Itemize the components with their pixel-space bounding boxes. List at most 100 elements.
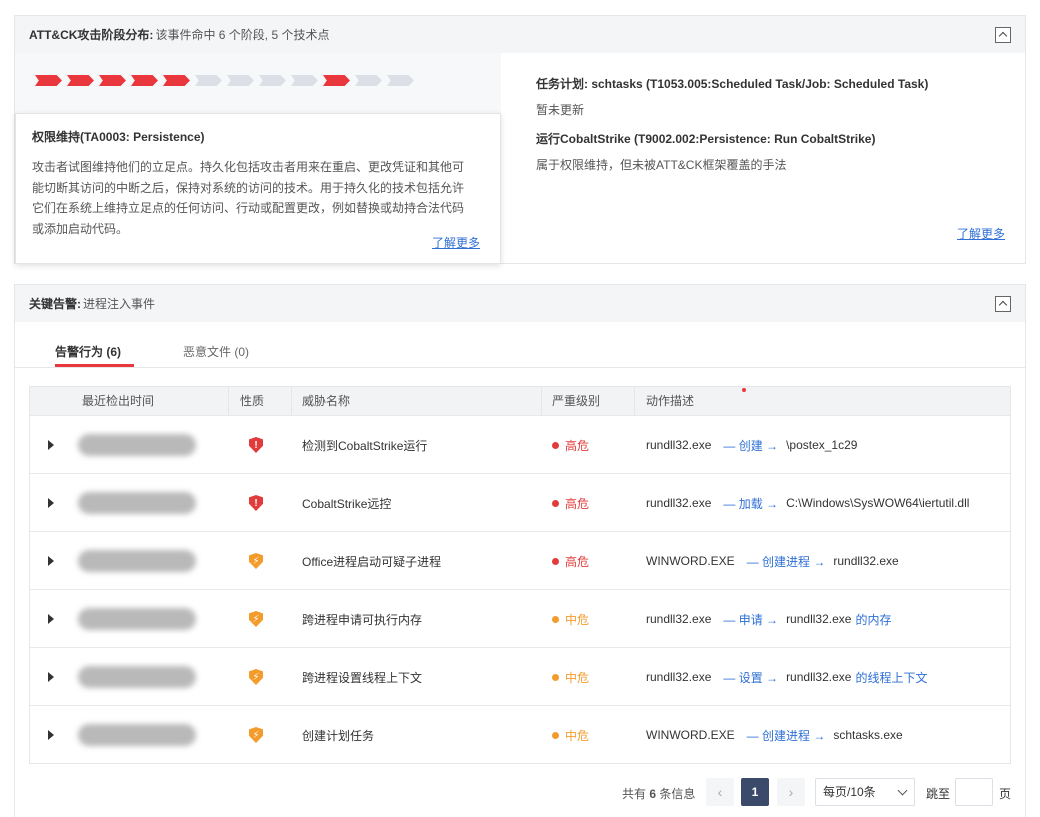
action-desc: rundll32.exe — 加载 → C:\Windows\SysWOW64\ie… xyxy=(646,496,970,511)
phase-chevron[interactable] xyxy=(99,75,126,86)
collapse-icon[interactable] xyxy=(995,27,1011,43)
attack-body: 权限维持(TA0003: Persistence) 攻击者试图维持他们的立足点。… xyxy=(15,53,1025,264)
action-desc: WINWORD.EXE — 创建进程 → rundll32.exe xyxy=(646,554,899,569)
phase-chevron[interactable] xyxy=(355,75,382,86)
expand-arrow-icon[interactable] xyxy=(48,672,54,682)
severity-dot xyxy=(552,441,559,449)
blurred-timestamp xyxy=(78,492,196,514)
page-button[interactable]: 1 xyxy=(741,778,769,806)
table-body: ! 检测到CobaltStrike运行 高危 rundll32.exe — 创建 → \p… xyxy=(30,415,1010,763)
alert-tabs: 告警行为 (6) 恶意文件 (0) xyxy=(15,322,1025,368)
table-row[interactable]: ! 检测到CobaltStrike运行 高危 rundll32.exe — 创建 → \p… xyxy=(30,415,1010,473)
severity: 高危 xyxy=(552,416,589,474)
table-row[interactable]: ⚡ 跨进程申请可执行内存 中危 rundll32.exe — 申请 → rundll32.… xyxy=(30,589,1010,647)
popover-title: 权限维持(TA0003: Persistence) xyxy=(32,130,205,144)
page-size-select[interactable]: 每页/10条 xyxy=(815,778,915,806)
technique-title: 运行CobaltStrike (T9002.002:Persistence: R… xyxy=(536,132,876,146)
severity: 高危 xyxy=(552,532,589,590)
table-row[interactable]: ⚡ 跨进程设置线程上下文 中危 rundll32.exe — 设置 → rundll32.… xyxy=(30,647,1010,705)
severity: 中危 xyxy=(552,706,589,764)
total-count-text: 共有 6 条信息 xyxy=(622,787,696,801)
expand-arrow-icon[interactable] xyxy=(48,556,54,566)
popover-learn-more-link[interactable]: 了解更多 xyxy=(432,234,480,251)
threat-name: Office进程启动可疑子进程 xyxy=(302,554,442,569)
warning-shield-icon: ⚡ xyxy=(249,727,263,743)
action-desc: rundll32.exe — 创建 → \postex_1c29 xyxy=(646,438,858,453)
expand-arrow-icon[interactable] xyxy=(48,614,54,624)
phase-chevron[interactable] xyxy=(291,75,318,86)
column-header[interactable]: 威胁名称 xyxy=(302,387,350,415)
action-desc: rundll32.exe — 设置 → rundll32.exe 的线程上下文 xyxy=(646,670,928,685)
threat-name: CobaltStrike远控 xyxy=(302,496,392,511)
table-row[interactable]: ⚡ 创建计划任务 中危 WINWORD.EXE — 创建进程 → schtasks.exe xyxy=(30,705,1010,763)
phase-popover: 权限维持(TA0003: Persistence) 攻击者试图维持他们的立足点。… xyxy=(15,113,501,264)
jump-page-input[interactable] xyxy=(955,778,993,806)
expand-arrow-icon[interactable] xyxy=(48,498,54,508)
active-tab-indicator xyxy=(55,364,134,367)
prev-page-button[interactable]: ‹ xyxy=(706,778,734,806)
tab-alert-behavior[interactable]: 告警行为 (6) xyxy=(55,343,121,360)
action-desc: rundll32.exe — 申请 → rundll32.exe 的内存 xyxy=(646,612,892,627)
threat-name: 跨进程设置线程上下文 xyxy=(302,670,423,685)
severity-dot xyxy=(552,557,559,565)
warning-shield-icon: ⚡ xyxy=(249,553,263,569)
collapse-icon[interactable] xyxy=(995,296,1011,312)
tab-malicious-files[interactable]: 恶意文件 (0) xyxy=(183,343,249,360)
jump-label: 跳至 xyxy=(926,787,951,801)
attack-panel: ATT&CK攻击阶段分布: 该事件命中 6 个阶段, 5 个技术点 权限维持(T… xyxy=(14,15,1026,264)
phase-chevron[interactable] xyxy=(227,75,254,86)
blurred-timestamp xyxy=(78,608,196,630)
column-header[interactable]: 动作描述 xyxy=(646,387,694,415)
expand-arrow-icon[interactable] xyxy=(48,730,54,740)
blurred-timestamp xyxy=(78,550,196,572)
severity-dot xyxy=(552,499,559,507)
severity: 中危 xyxy=(552,648,589,706)
alerts-title: 关键告警: xyxy=(29,297,81,311)
severity-dot xyxy=(552,731,559,739)
alerts-table: 最近检出时间 性质 威胁名称 严重级别 动作描述 ! 检测到CobaltStrik… xyxy=(29,386,1011,764)
warning-shield-icon: ⚡ xyxy=(249,611,263,627)
severity: 中危 xyxy=(552,590,589,648)
alert-shield-icon: ! xyxy=(249,437,263,453)
column-header[interactable]: 严重级别 xyxy=(552,387,600,415)
threat-name: 检测到CobaltStrike运行 xyxy=(302,438,428,453)
marker-dot xyxy=(742,388,746,392)
chevron-down-icon xyxy=(897,785,908,796)
phase-chevron[interactable] xyxy=(67,75,94,86)
table-row[interactable]: ⚡ Office进程启动可疑子进程 高危 WINWORD.EXE — 创建进程 → run… xyxy=(30,531,1010,589)
warning-shield-icon: ⚡ xyxy=(249,669,263,685)
severity: 高危 xyxy=(552,474,589,532)
column-header[interactable]: 性质 xyxy=(240,387,264,415)
expand-arrow-icon[interactable] xyxy=(48,440,54,450)
next-page-button[interactable]: › xyxy=(777,778,805,806)
pagination: 共有 6 条信息 ‹ 1 › 每页/10条 跳至 页 xyxy=(0,778,1040,806)
phase-chevron[interactable] xyxy=(163,75,190,86)
table-row[interactable]: ! CobaltStrike远控 高危 rundll32.exe — 加载 → C:\Wi… xyxy=(30,473,1010,531)
severity-dot xyxy=(552,673,559,681)
blurred-timestamp xyxy=(78,724,196,746)
action-desc: WINWORD.EXE — 创建进程 → schtasks.exe xyxy=(646,728,903,743)
column-header[interactable]: 最近检出时间 xyxy=(82,387,154,415)
popover-desc: 攻击者试图维持他们的立足点。持久化包括攻击者用来在重启、更改凭证和其他可能切断其… xyxy=(32,160,465,236)
page-label: 页 xyxy=(999,787,1012,801)
attack-subtitle: 该事件命中 6 个阶段, 5 个技术点 xyxy=(155,28,330,42)
technique-desc: 暂未更新 xyxy=(536,103,585,117)
threat-name: 跨进程申请可执行内存 xyxy=(302,612,423,627)
phase-chevron[interactable] xyxy=(195,75,222,86)
phase-chevron[interactable] xyxy=(387,75,414,86)
technique-list: 任务计划: schtasks (T1053.005:Scheduled Task… xyxy=(520,53,1025,263)
alerts-panel-header: 关键告警: 进程注入事件 xyxy=(15,285,1025,322)
phase-chevron[interactable] xyxy=(259,75,286,86)
technique-title: 任务计划: schtasks (T1053.005:Scheduled Task… xyxy=(536,77,929,91)
phase-chevron[interactable] xyxy=(131,75,158,86)
attack-phase-area: 权限维持(TA0003: Persistence) 攻击者试图维持他们的立足点。… xyxy=(15,53,501,264)
blurred-timestamp xyxy=(78,666,196,688)
alerts-subtitle: 进程注入事件 xyxy=(83,297,156,311)
technique-learn-more-link[interactable]: 了解更多 xyxy=(957,225,1005,242)
phase-chevron[interactable] xyxy=(323,75,350,86)
alert-shield-icon: ! xyxy=(249,495,263,511)
phase-chevron[interactable] xyxy=(35,75,62,86)
severity-dot xyxy=(552,615,559,623)
blurred-timestamp xyxy=(78,434,196,456)
table-header: 最近检出时间 性质 威胁名称 严重级别 动作描述 xyxy=(30,387,1010,415)
